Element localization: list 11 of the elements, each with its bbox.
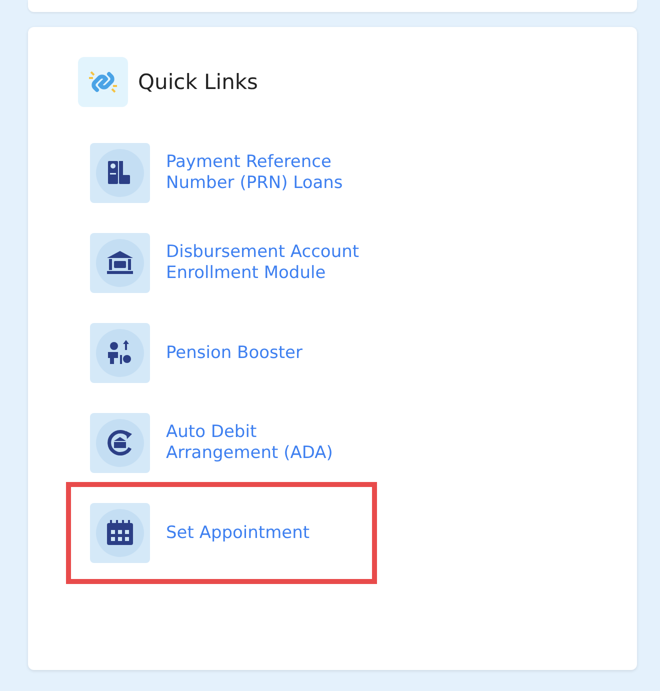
- calendar-icon: [95, 508, 145, 558]
- quick-link[interactable]: Auto Debit Arrangement (ADA): [166, 422, 372, 464]
- person-growth-icon: [95, 328, 145, 378]
- building-icon: [95, 148, 145, 198]
- quick-link[interactable]: Disbursement Account Enrollment Module: [166, 242, 372, 284]
- quick-link[interactable]: Payment Reference Number (PRN) Loans: [166, 152, 372, 194]
- bank-icon: [95, 238, 145, 288]
- quick-link[interactable]: Pension Booster: [166, 342, 372, 364]
- quick-link[interactable]: Set Appointment: [166, 522, 372, 544]
- panel-title: Quick Links: [138, 70, 258, 94]
- cycle-bank-icon: [95, 418, 145, 468]
